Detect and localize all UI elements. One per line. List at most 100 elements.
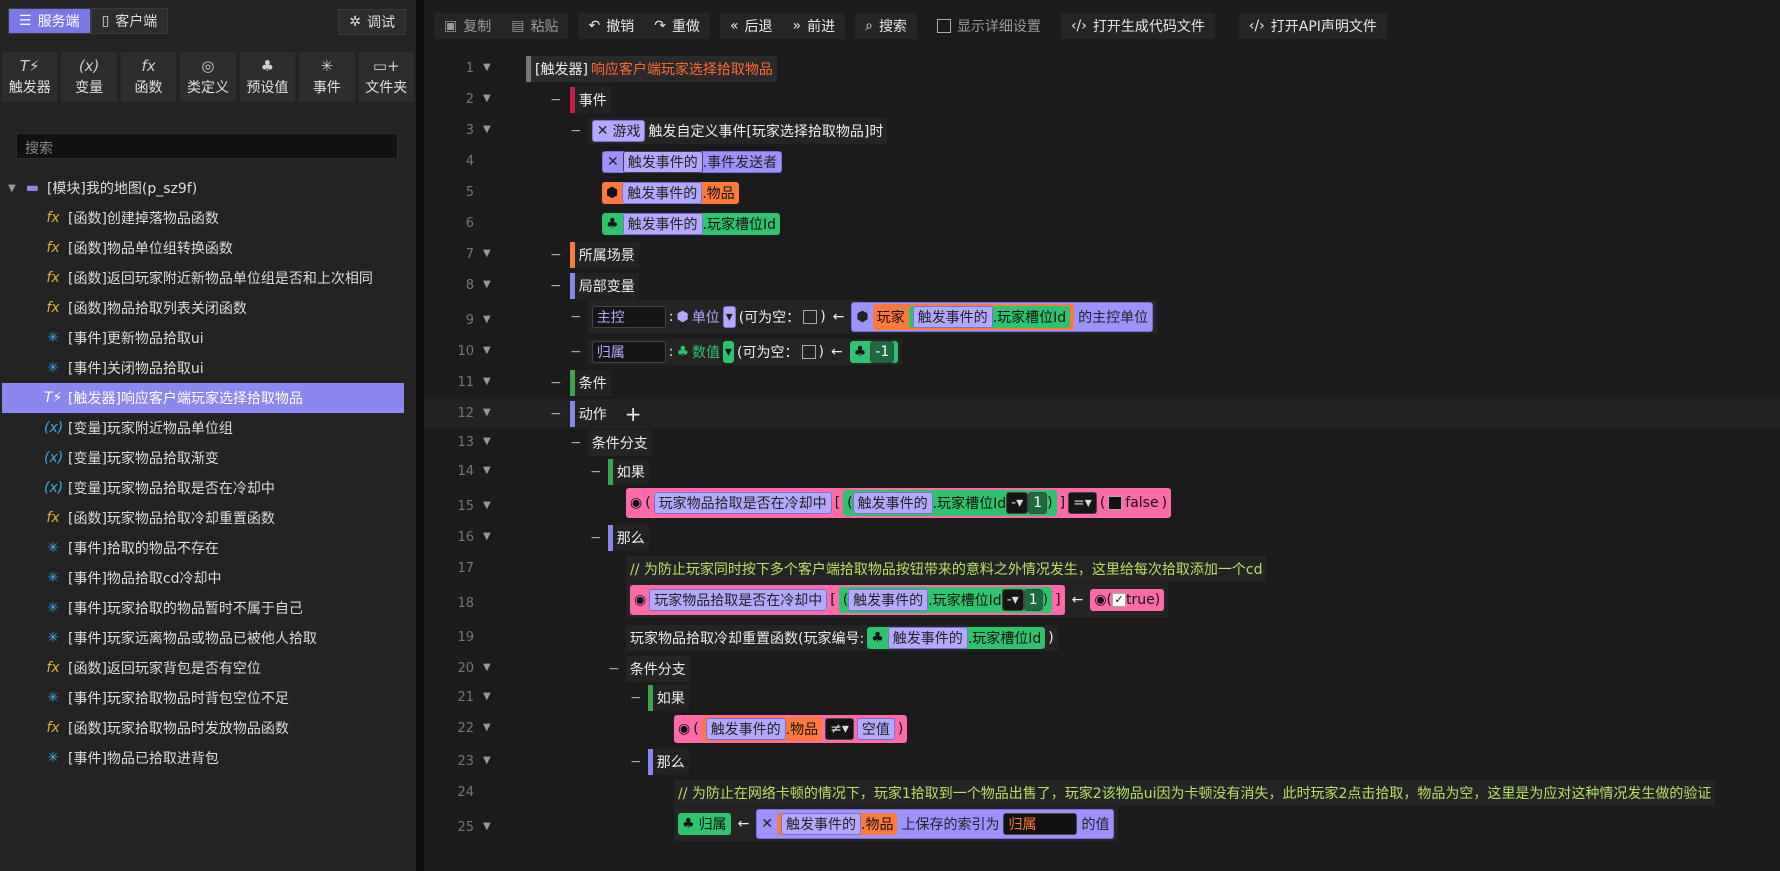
operator-select[interactable]: = ▾ <box>1068 492 1097 514</box>
then-1[interactable]: − 那么 <box>590 523 649 553</box>
category-trigger[interactable]: T⚡ 触发器 <box>2 52 58 102</box>
forward-button[interactable]: » 前进 <box>782 13 846 39</box>
block-actions[interactable]: − 动作 + <box>550 399 642 429</box>
fold-arrow-icon[interactable]: ▼ <box>483 821 491 832</box>
tree-item[interactable]: ✳ [事件]玩家远离物品或物品已被他人拾取 <box>0 623 416 653</box>
fold-arrow-icon[interactable]: ▼ <box>483 465 491 476</box>
debug-button[interactable]: ✲ 调试 <box>338 9 406 35</box>
mode-client-tab[interactable]: ▯ 客户端 <box>90 8 169 34</box>
branch-1[interactable]: − 条件分支 <box>570 428 652 458</box>
if-1[interactable]: − 如果 <box>590 457 649 487</box>
fold-arrow-icon[interactable]: ▼ <box>483 531 491 542</box>
fold-arrow-icon[interactable]: ▼ <box>483 436 491 447</box>
block-scene[interactable]: − 所属场景 <box>550 240 639 270</box>
category-event[interactable]: ✳ 事件 <box>299 52 355 102</box>
category-variable[interactable]: (x) 变量 <box>61 52 117 102</box>
var-name-field[interactable]: 主控 <box>591 306 666 328</box>
tree-item[interactable]: fx [函数]玩家物品拾取冷却重置函数 <box>0 503 416 533</box>
category-preset[interactable]: ♣ 预设值 <box>239 52 296 102</box>
fold-arrow-icon[interactable]: ▼ <box>483 691 491 702</box>
add-action-icon[interactable]: + <box>625 402 642 426</box>
tree-item[interactable]: (x) [变量]玩家物品拾取渐变 <box>0 443 416 473</box>
event-param-item[interactable]: ⬢ 触发事件的 .物品 <box>602 178 739 208</box>
tree-item[interactable]: ✳ [事件]关闭物品拾取ui <box>0 353 416 383</box>
bool-checkbox[interactable]: ✓ <box>1112 593 1126 607</box>
paste-button[interactable]: ▤ 粘贴 <box>501 13 569 39</box>
open-api-button[interactable]: ‹/› 打开API声明文件 <box>1238 13 1387 39</box>
search-input[interactable]: 搜索 <box>16 133 398 159</box>
value-field[interactable]: -1 <box>870 341 895 363</box>
tree-item[interactable]: ✳ [事件]玩家拾取物品时背包空位不足 <box>0 683 416 713</box>
event-param-slot[interactable]: ♣ 触发事件的 .玩家槽位Id <box>602 209 781 239</box>
tree-item[interactable]: T⚡ [触发器]响应客户端玩家选择拾取物品 <box>2 383 404 413</box>
if-2[interactable]: − 如果 <box>630 683 689 713</box>
fold-arrow-icon[interactable]: ▼ <box>483 407 491 418</box>
call-cooldown-reset[interactable]: 玩家物品拾取冷却重置函数(玩家编号: ♣ 触发事件的 .玩家槽位Id) <box>626 623 1058 653</box>
back-button[interactable]: « 后退 <box>719 13 783 39</box>
tree-item[interactable]: (x) [变量]玩家附近物品单位组 <box>0 413 416 443</box>
panel-splitter[interactable] <box>416 0 424 871</box>
fold-arrow-icon[interactable]: ▼ <box>483 722 491 733</box>
tree-item[interactable]: ✳ [事件]物品拾取cd冷却中 <box>0 563 416 593</box>
branch-2[interactable]: − 条件分支 <box>608 654 690 684</box>
tree-item[interactable]: ✳ [事件]玩家拾取的物品暂时不属于自己 <box>0 593 416 623</box>
tree-item[interactable]: ✳ [事件]更新物品拾取ui <box>0 323 416 353</box>
tree-item[interactable]: fx [函数]返回玩家附近新物品单位组是否和上次相同 <box>0 263 416 293</box>
tree-item[interactable]: fx [函数]物品单位组转换函数 <box>0 233 416 263</box>
operator-select[interactable]: - ▾ <box>1001 589 1024 611</box>
redo-button[interactable]: ↷ 重做 <box>644 13 710 39</box>
trigger-header[interactable]: [触发器] 响应客户端玩家选择拾取物品 <box>526 54 777 84</box>
tree-item[interactable]: ✳ [事件]物品已拾取进背包 <box>0 743 416 773</box>
tree-item[interactable]: fx [函数]物品拾取列表关闭函数 <box>0 293 416 323</box>
event-param-sender[interactable]: ✕ 触发事件的 .事件发送者 <box>602 147 783 177</box>
tree-item[interactable]: ✳ [事件]拾取的物品不存在 <box>0 533 416 563</box>
number-field[interactable]: 1 <box>1023 589 1043 611</box>
number-field[interactable]: 1 <box>1028 492 1048 514</box>
type-dropdown[interactable]: ▾ <box>723 341 735 363</box>
block-event[interactable]: − 事件 <box>550 85 611 115</box>
fold-arrow-icon[interactable]: ▼ <box>483 62 491 73</box>
fold-arrow-icon[interactable]: ▼ <box>483 376 491 387</box>
assign-cooldown[interactable]: ◉ 玩家物品拾取是否在冷却中[ (触发事件的 .玩家槽位Id - ▾ 1)] ← ◉… <box>626 583 1169 617</box>
if-2-condition[interactable]: ◉( 触发事件的 .物品 ≠ ▾ 空值) <box>674 714 908 744</box>
fold-arrow-icon[interactable]: ▼ <box>483 662 491 673</box>
fold-arrow-icon[interactable]: ▼ <box>483 248 491 259</box>
operator-select[interactable]: - ▾ <box>1006 492 1029 514</box>
show-details-toggle[interactable]: 显示详细设置 <box>927 13 1051 39</box>
tree-item[interactable]: fx [函数]创建掉落物品函数 <box>0 203 416 233</box>
bool-checkbox[interactable] <box>1108 496 1123 510</box>
block-local-vars[interactable]: − 局部变量 <box>550 271 639 301</box>
local-var-master[interactable]: − 主控 : ⬢ 单位 ▾ (可为空： ) ← ⬢ 玩家 触发事件的 .玩家槽位Id… <box>570 300 1158 334</box>
mode-server-tab[interactable]: ☰ 服务端 <box>8 8 91 34</box>
fold-arrow-icon[interactable]: ▼ <box>483 500 491 511</box>
category-folder[interactable]: ▭+ 文件夹 <box>358 52 414 102</box>
fold-arrow-icon[interactable]: ▼ <box>483 755 491 766</box>
nullable-checkbox[interactable] <box>801 345 816 359</box>
comment-1[interactable]: // 为防止玩家同时按下多个客户端拾取物品按钮带来的意料之外情况发生，这里给每次… <box>626 554 1267 584</box>
operator-select[interactable]: ≠ ▾ <box>825 718 854 740</box>
comment-2[interactable]: // 为防止在网络卡顿的情况下，玩家1拾取到一个物品出售了，玩家2该物品ui因为… <box>674 778 1716 808</box>
tree-item[interactable]: fx [函数]玩家拾取物品时发放物品函数 <box>0 713 416 743</box>
search-button[interactable]: ⌕ 搜索 <box>855 13 917 39</box>
tree-item[interactable]: fx [函数]返回玩家背包是否有空位 <box>0 653 416 683</box>
nullable-checkbox[interactable] <box>803 310 818 324</box>
undo-button[interactable]: ↶ 撤销 <box>578 13 645 39</box>
fold-arrow-icon[interactable]: ▼ <box>483 345 491 356</box>
type-dropdown[interactable]: ▾ <box>722 306 736 328</box>
local-var-owner[interactable]: − 归属 : ♣ 数值 ▾ (可为空： ) ← ♣ -1 <box>570 337 903 367</box>
assign-owner[interactable]: ♣ 归属 ← ✕ 触发事件的 .物品 上保存的索引为 归属 的值 <box>674 807 1119 841</box>
copy-button[interactable]: ▣ 复制 <box>434 13 502 39</box>
if-1-condition[interactable]: ◉( 玩家物品拾取是否在冷却中[ (触发事件的 .玩家槽位Id - ▾ 1)] = ▾… <box>626 488 1172 518</box>
block-conditions[interactable]: − 条件 <box>550 368 611 398</box>
tree-root[interactable]: ▼ ▬ [模块]我的地图(p_sz9f) <box>0 173 416 203</box>
event-row[interactable]: − ✕ 游戏 触发自定义事件[玩家选择拾取物品]时 <box>570 116 888 146</box>
category-class[interactable]: ◎ 类定义 <box>180 52 236 102</box>
fold-arrow-icon[interactable]: ▼ <box>483 279 491 290</box>
var-name-field[interactable]: 归属 <box>591 341 666 363</box>
category-function[interactable]: fx 函数 <box>120 52 177 102</box>
fold-arrow-icon[interactable]: ▼ <box>483 93 491 104</box>
tree-item[interactable]: (x) [变量]玩家物品拾取是否在冷却中 <box>0 473 416 503</box>
then-2[interactable]: − 那么 <box>630 747 689 777</box>
fold-arrow-icon[interactable]: ▼ <box>483 124 491 135</box>
key-field[interactable]: 归属 <box>1003 813 1078 835</box>
